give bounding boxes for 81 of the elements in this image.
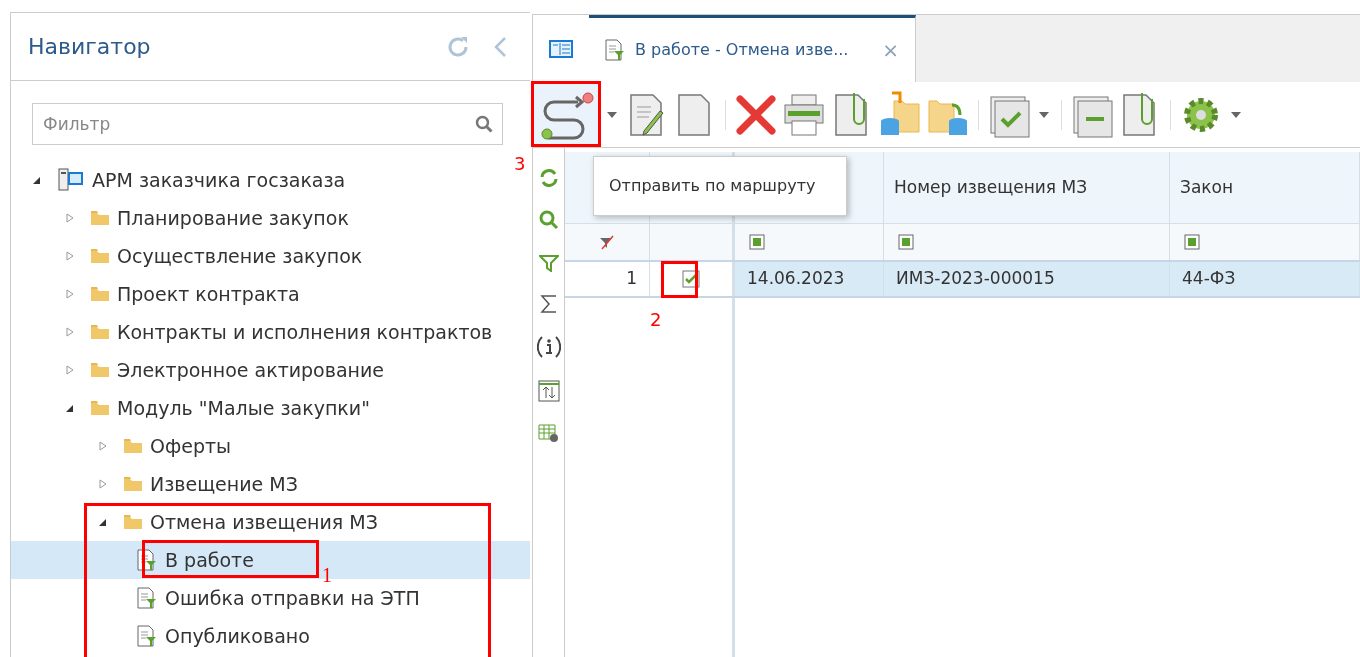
tree-item[interactable]: Контракты и исполнения контрактов	[65, 313, 493, 351]
tree-item-label: Оферты	[150, 433, 232, 459]
tree-item[interactable]: Извещение МЗ	[98, 465, 298, 503]
tree-item-label: Контракты и исполнения контрактов	[117, 319, 493, 345]
tree-item-label: Планирование закупок	[117, 205, 349, 231]
sort-columns-icon[interactable]	[537, 380, 560, 402]
info-icon[interactable]	[536, 336, 561, 358]
document-funnel-icon	[137, 587, 157, 609]
filter-mode-icon[interactable]	[898, 234, 914, 250]
expanded-triangle-icon[interactable]	[98, 517, 108, 527]
tree-item[interactable]: Оферты	[98, 427, 232, 465]
tree-item-label: АРМ заказчика госзаказа	[92, 167, 346, 193]
tree-item-label: Проект контракта	[117, 281, 300, 307]
navigator-title: Навигатор	[28, 33, 151, 61]
folder-icon	[91, 287, 109, 301]
caret-icon[interactable]	[1039, 111, 1049, 118]
collapsed-triangle-icon[interactable]	[65, 213, 75, 223]
tree-item-label: Опубликовано	[165, 623, 310, 649]
folder-icon	[124, 477, 142, 491]
search-icon[interactable]	[475, 115, 493, 133]
column-header[interactable]: Номер извещения МЗ	[894, 174, 1088, 201]
collapsed-triangle-icon[interactable]	[98, 479, 108, 489]
tree-item-label: Ошибка отправки на ЭТП	[165, 585, 420, 611]
filter-icon[interactable]	[538, 252, 559, 272]
tree-item[interactable]: АРМ заказчика госзаказа	[32, 161, 346, 199]
collapsed-triangle-icon[interactable]	[65, 327, 75, 337]
folder-icon	[91, 325, 109, 339]
column-header[interactable]: Закон	[1180, 174, 1234, 201]
expanded-triangle-icon[interactable]	[65, 403, 75, 413]
tree-item[interactable]: Модуль "Малые закупки"	[65, 389, 370, 427]
sum-icon[interactable]	[539, 294, 558, 314]
annotation-box	[661, 261, 698, 298]
table-row[interactable]: 1 14.06.2023 ИМЗ-2023-000015 44-ФЗ	[565, 262, 1360, 298]
document-tab[interactable]: В работе - Отмена изве... ×	[589, 15, 916, 82]
computer-icon	[58, 168, 84, 192]
tree-item[interactable]: Электронное актирование	[65, 351, 385, 389]
table-cell-text: ИМЗ-2023-000015	[896, 267, 1055, 291]
tree-item-label: Модуль "Малые закупки"	[117, 395, 370, 421]
clear-filter-icon[interactable]	[599, 234, 615, 250]
table-cell-text: 14.06.2023	[747, 267, 845, 291]
folder-icon	[91, 401, 109, 415]
tree-item[interactable]: Проект контракта	[65, 275, 300, 313]
folder-icon	[91, 249, 109, 263]
filter-field[interactable]: Фильтр	[32, 103, 503, 145]
expanded-triangle-icon[interactable]	[32, 175, 42, 185]
folder-icon	[91, 211, 109, 225]
annotation-box	[531, 81, 601, 147]
filter-mode-icon[interactable]	[1184, 234, 1200, 250]
row-number: 1	[626, 267, 637, 291]
annotation-number: 1	[322, 563, 332, 588]
collapse-chevron-icon[interactable]	[493, 35, 507, 58]
panel-layout-icon[interactable]	[549, 39, 573, 58]
filter-mode-icon[interactable]	[749, 234, 765, 250]
tooltip: Отправить по маршруту	[593, 156, 847, 216]
collapsed-triangle-icon[interactable]	[65, 289, 75, 299]
folder-icon	[91, 363, 109, 377]
tree-item-label: В работе	[165, 547, 254, 573]
table-settings-icon[interactable]	[537, 424, 560, 444]
tree-item-label: Отмена извещения МЗ	[150, 509, 378, 535]
folder-icon	[124, 515, 142, 529]
table-cell-text: 44-ФЗ	[1182, 267, 1236, 291]
tree-item[interactable]: Планирование закупок	[65, 199, 349, 237]
caret-icon[interactable]	[1231, 111, 1241, 118]
annotation-number: 2	[650, 308, 662, 332]
annotation-number: 3	[514, 152, 526, 176]
document-funnel-icon	[605, 39, 625, 61]
search-icon[interactable]	[538, 210, 559, 230]
collapsed-triangle-icon[interactable]	[65, 365, 75, 375]
collapsed-triangle-icon[interactable]	[98, 441, 108, 451]
folder-icon	[124, 439, 142, 453]
tree-item[interactable]: Опубликовано	[131, 617, 310, 655]
refresh-icon[interactable]	[538, 168, 559, 188]
tree-item-label: Осуществление закупок	[117, 243, 363, 269]
tree-item[interactable]: Отмена извещения МЗ	[98, 503, 378, 541]
document-funnel-icon	[137, 625, 157, 647]
tree-item[interactable]: Осуществление закупок	[65, 237, 363, 275]
caret-icon[interactable]	[607, 111, 617, 118]
collapsed-triangle-icon[interactable]	[65, 251, 75, 261]
tree-item-label: Извещение МЗ	[150, 471, 298, 497]
tab-label: В работе - Отмена изве...	[635, 39, 849, 61]
tree-item-label: Электронное актирование	[117, 357, 385, 383]
